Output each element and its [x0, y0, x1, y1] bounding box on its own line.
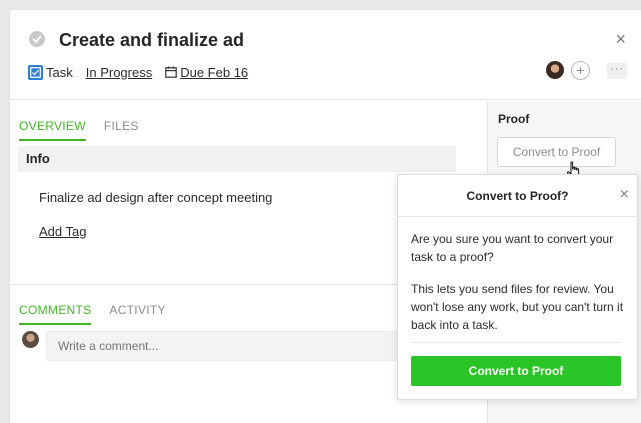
tab-comments[interactable]: COMMENTS	[19, 303, 92, 325]
info-section-heading: Info	[18, 146, 456, 172]
popover-close-icon[interactable]: ×	[620, 187, 629, 203]
tab-files[interactable]: FILES	[104, 119, 139, 141]
proof-heading: Proof	[498, 112, 530, 126]
calendar-icon	[165, 66, 178, 78]
overview-tabs: OVERVIEW FILES	[19, 119, 157, 141]
popover-title: Convert to Proof?	[466, 189, 569, 203]
popover-divider	[411, 342, 621, 343]
add-tag-link[interactable]: Add Tag	[39, 224, 86, 239]
task-title[interactable]: Create and finalize ad	[59, 30, 244, 51]
status-link[interactable]: In Progress	[86, 65, 152, 80]
commenter-avatar	[22, 331, 39, 348]
tab-activity[interactable]: ACTIVITY	[109, 303, 165, 325]
task-type-checkbox-icon	[28, 64, 43, 80]
tab-overview[interactable]: OVERVIEW	[19, 119, 86, 141]
convert-to-proof-button[interactable]: Convert to Proof	[497, 137, 616, 167]
due-date-label: Due Feb 16	[180, 64, 249, 80]
more-options-icon[interactable]: ···	[607, 63, 627, 79]
due-date-link[interactable]: Due Feb 16	[165, 65, 248, 80]
task-description[interactable]: Finalize ad design after concept meeting	[39, 190, 272, 205]
task-meta-row: Task In Progress Due Feb 16	[28, 63, 248, 81]
task-header: Create and finalize ad × Task In Progres…	[10, 10, 641, 100]
popover-explanation: This lets you send files for review. You…	[411, 282, 624, 332]
assignee-avatar[interactable]	[546, 61, 564, 79]
activity-tabs: COMMENTS ACTIVITY	[19, 303, 184, 325]
convert-to-proof-popover: Convert to Proof? × Are you sure you wan…	[397, 174, 638, 400]
confirm-convert-button[interactable]: Convert to Proof	[411, 356, 621, 386]
add-member-plus-icon[interactable]: +	[571, 61, 590, 80]
popover-header: Convert to Proof? ×	[398, 175, 637, 217]
complete-checkmark-icon[interactable]	[29, 31, 45, 47]
task-type-label[interactable]: Task	[46, 65, 73, 80]
popover-question: Are you sure you want to convert your ta…	[411, 232, 614, 264]
close-icon[interactable]: ×	[615, 30, 626, 48]
